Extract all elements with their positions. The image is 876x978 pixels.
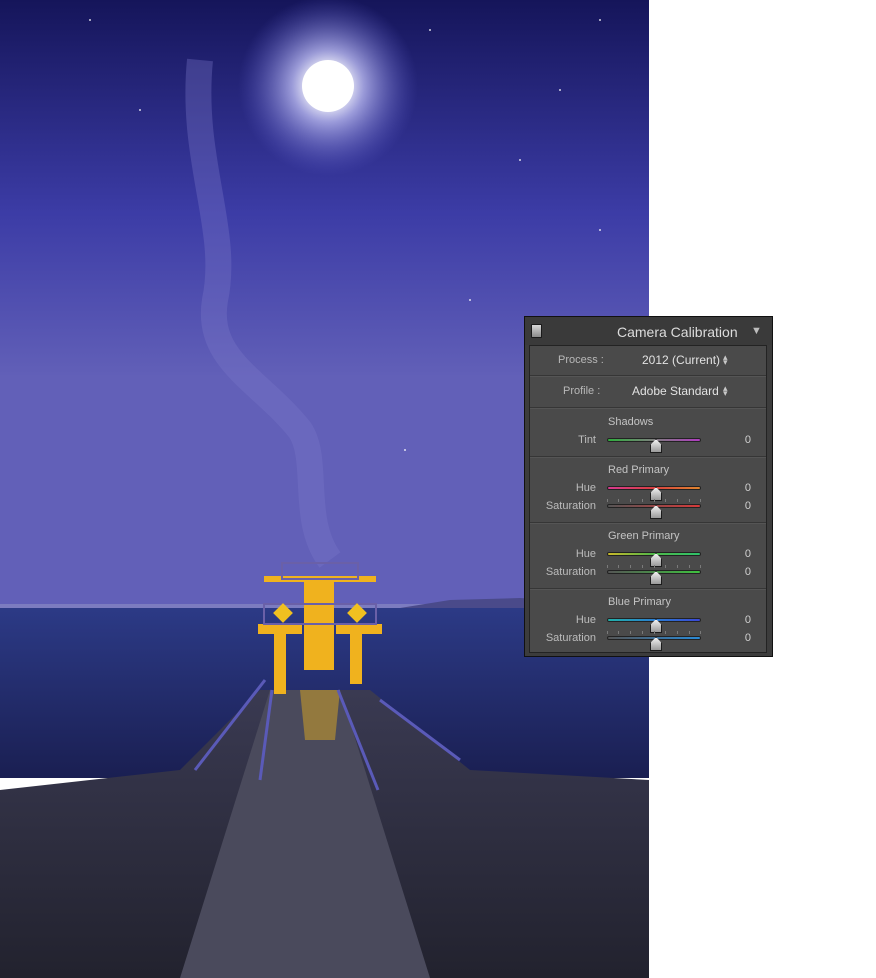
slider-label-hue: Hue xyxy=(575,548,596,560)
process-row[interactable]: Process : 2012 (Current) ▴ ▾ xyxy=(530,346,766,376)
section-title-blue-primary: Blue Primary xyxy=(608,596,671,608)
slider-label-saturation: Saturation xyxy=(545,632,596,644)
slider-value[interactable]: 0 xyxy=(731,434,751,446)
panel-title: Camera Calibration xyxy=(617,324,738,340)
profile-updown-icon[interactable]: ▴ ▾ xyxy=(723,384,728,398)
section-title-shadows: Shadows xyxy=(608,416,654,428)
slider-label-saturation: Saturation xyxy=(545,566,596,578)
section-title-red-primary: Red Primary xyxy=(608,464,670,476)
camera-calibration-panel: Camera Calibration ▼ Process : 2012 (Cur… xyxy=(524,316,773,657)
divider xyxy=(530,588,766,590)
divider xyxy=(530,456,766,458)
slider-label-saturation: Saturation xyxy=(545,500,596,512)
slider-label-hue: Hue xyxy=(575,482,596,494)
divider xyxy=(530,522,766,524)
panel-content: Process : 2012 (Current) ▴ ▾ Profile : Ad… xyxy=(529,345,767,653)
slider-value[interactable]: 0 xyxy=(731,500,751,512)
slider-label-hue: Hue xyxy=(575,614,596,626)
slider-value[interactable]: 0 xyxy=(731,548,751,560)
panel-header[interactable]: Camera Calibration ▼ xyxy=(525,317,772,345)
slider-value[interactable]: 0 xyxy=(731,632,751,644)
profile-label: Profile : xyxy=(563,385,601,397)
slider-value[interactable]: 0 xyxy=(731,566,751,578)
collapse-triangle-icon[interactable]: ▼ xyxy=(751,325,762,337)
panel-enable-toggle[interactable] xyxy=(531,324,542,338)
slider-ticks xyxy=(607,631,701,634)
slider-value[interactable]: 0 xyxy=(731,482,751,494)
slider-value[interactable]: 0 xyxy=(731,614,751,626)
process-select[interactable]: 2012 (Current) xyxy=(642,353,720,367)
profile-row[interactable]: Profile : Adobe Standard ▴ ▾ xyxy=(530,377,766,407)
slider-ticks xyxy=(607,565,701,568)
slider-ticks xyxy=(607,499,701,502)
profile-select[interactable]: Adobe Standard xyxy=(632,384,719,398)
process-label: Process : xyxy=(558,354,604,366)
section-title-green-primary: Green Primary xyxy=(608,530,680,542)
divider xyxy=(530,407,766,409)
slider-label-tint: Tint xyxy=(578,434,596,446)
process-updown-icon[interactable]: ▴ ▾ xyxy=(723,353,728,367)
